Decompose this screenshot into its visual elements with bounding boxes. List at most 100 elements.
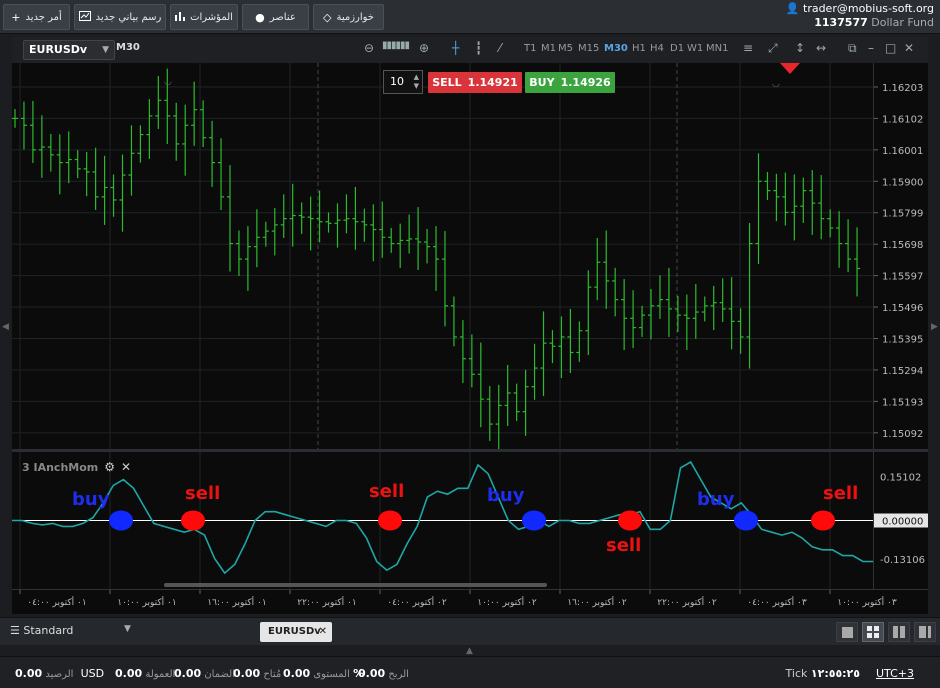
zoom-out-icon[interactable]: ⊖	[364, 41, 374, 55]
tab-eurusdv[interactable]: EURUSDv ✕	[260, 622, 332, 642]
candle-type-icon[interactable]: ┇	[475, 41, 482, 55]
price-chart-svg: ◡ ◡	[12, 63, 873, 456]
ohlc-bar	[845, 219, 852, 273]
close-icon[interactable]: ✕	[904, 41, 914, 55]
ohlc-bar	[504, 364, 511, 426]
timezone-selector[interactable]: UTC+3	[876, 667, 914, 680]
timeframe-h4[interactable]: H4	[650, 43, 664, 54]
indicator-chart[interactable]	[12, 452, 873, 589]
time-axis[interactable]: ٠١ أكتوبر ٠٤:٠٠ ٠١ أكتوبر ١٠:٠٠ ٠١ أكتوبر …	[12, 589, 928, 614]
ohlc-bar	[791, 174, 798, 241]
chevron-down-icon[interactable]: ▼	[124, 624, 131, 634]
account-info[interactable]: 👤 trader@mobius-soft.org 1137577 Dollar …	[786, 2, 934, 30]
margin-label: الضمان	[204, 669, 235, 680]
indicators-button[interactable]: المؤشرات	[170, 4, 238, 30]
line-type-icon[interactable]: ⁄	[499, 41, 501, 55]
workspace-selector[interactable]: ☰ Standard	[10, 624, 73, 637]
indicators-label: المؤشرات	[190, 11, 233, 23]
buy-annotation: buy	[487, 485, 525, 506]
ohlc-bar	[38, 115, 45, 178]
ohlc-bar	[280, 194, 287, 238]
profit-value: 0.00	[358, 667, 386, 680]
timeframe-m5[interactable]: M5	[558, 43, 573, 54]
chart-marker-text: ◡	[772, 79, 780, 89]
algorithms-label: خوارزمية	[336, 11, 374, 23]
layout-rows-button[interactable]	[914, 622, 936, 642]
account-fund: Dollar Fund	[871, 16, 934, 29]
timeframe-m1[interactable]: M1	[541, 43, 556, 54]
account-number: 1137577	[814, 16, 868, 29]
ohlc-bar	[316, 190, 323, 243]
new-order-label: أمر جديد	[25, 11, 62, 23]
ohlc-bar	[361, 208, 368, 242]
timeframe-t1[interactable]: T1	[524, 43, 536, 54]
tick-label: Tick	[785, 667, 808, 680]
ohlc-bar	[585, 270, 592, 355]
sell-signal-marker	[618, 510, 642, 531]
indicator-axis[interactable]: 0.15102 0.00000 -0.13106	[873, 452, 928, 589]
time-tick-label: ٠١ أكتوبر ٢٢:٠٠	[297, 596, 356, 608]
new-order-button[interactable]: + أمر جديد	[3, 4, 70, 30]
horizontal-scale-icon[interactable]: ↔	[816, 41, 826, 55]
ohlc-bar	[182, 104, 189, 176]
price-axis[interactable]: 1.16203 1.16102 1.16001 1.15900 1.15799 1.156…	[873, 63, 928, 449]
ohlc-bar	[665, 267, 672, 337]
algorithms-button[interactable]: ◇ خوارزمية	[313, 4, 384, 30]
level-value: 0.00	[283, 667, 311, 680]
expand-panel-icon[interactable]: ▲	[466, 646, 473, 656]
spinner-icon[interactable]: ▲ ▼	[414, 73, 419, 91]
left-collapse-icon[interactable]: ◀	[2, 322, 9, 332]
price-chart[interactable]: ◡ ◡	[12, 63, 873, 456]
expand-diagonal-icon[interactable]: ⤢	[768, 41, 778, 56]
popout-icon[interactable]: ⧉	[848, 41, 857, 56]
ohlc-bar	[218, 138, 225, 210]
timeframe-mn1[interactable]: MN1	[706, 43, 728, 54]
quantity-input[interactable]: 10 ▲ ▼	[383, 70, 423, 94]
close-tab-icon[interactable]: ✕	[319, 622, 327, 642]
ohlc-bar	[441, 231, 448, 327]
right-collapse-icon[interactable]: ▶	[931, 322, 938, 332]
elements-button[interactable]: ● عناصر	[242, 4, 309, 30]
diamond-icon: ◇	[323, 10, 332, 24]
indicator-name: 3 IAnchMom	[22, 460, 99, 474]
ohlc-bar	[343, 194, 350, 234]
close-icon[interactable]: ✕	[121, 460, 131, 474]
new-chart-button[interactable]: رسم بياني جديد	[74, 4, 166, 30]
buy-button[interactable]: BUY 1.14926	[525, 72, 615, 93]
time-tick-label: ٠١ أكتوبر ١٠:٠٠	[117, 596, 176, 608]
ohlc-bar	[701, 296, 708, 322]
time-tick-label: ٠١ أكتوبر ١٦:٠٠	[207, 596, 266, 608]
timeframe-m15[interactable]: M15	[578, 43, 599, 54]
minimize-icon[interactable]: –	[868, 41, 874, 55]
ohlc-bar	[648, 288, 655, 340]
price-tick-label: 1.15294	[882, 366, 923, 377]
ohlc-bar	[513, 383, 520, 421]
timeframe-m30[interactable]: M30	[604, 43, 628, 54]
maximize-icon[interactable]: □	[885, 41, 896, 55]
layout-single-button[interactable]	[836, 622, 858, 642]
vertical-scale-icon[interactable]: ↕	[795, 41, 805, 55]
timeframe-w1[interactable]: W1	[687, 43, 703, 54]
zoom-slider[interactable]: ▮▮▮▮▮▮	[382, 40, 410, 51]
sell-button[interactable]: SELL 1.14921	[428, 72, 522, 93]
zoom-in-icon[interactable]: ⊕	[419, 41, 429, 55]
single-layout-icon	[841, 626, 853, 638]
layout-grid-button[interactable]	[862, 622, 884, 642]
ohlc-bar	[755, 153, 762, 265]
gear-icon[interactable]: ⚙	[104, 460, 115, 474]
buy-signal-marker	[734, 510, 758, 531]
bar-type-icon[interactable]: ┼	[452, 41, 459, 55]
buy-annotation: buy	[72, 489, 110, 510]
ohlc-bar	[630, 290, 637, 349]
layout-columns-button[interactable]	[888, 622, 910, 642]
level-stat: 0.00 المستوى %	[283, 667, 364, 680]
timeframe-h1[interactable]: H1	[632, 43, 646, 54]
indicator-chart-svg	[12, 452, 873, 589]
workspace-tabbar: ☰ Standard ▼ EURUSDv ✕	[0, 617, 940, 645]
ohlc-bar	[128, 125, 135, 196]
ohlc-bar	[764, 171, 771, 200]
timeframe-d1[interactable]: D1	[670, 43, 684, 54]
ohlc-bar	[459, 320, 466, 384]
layout-icon[interactable]: ≡	[743, 41, 753, 55]
symbol-selector[interactable]: EURUSDv ▼	[23, 40, 115, 60]
